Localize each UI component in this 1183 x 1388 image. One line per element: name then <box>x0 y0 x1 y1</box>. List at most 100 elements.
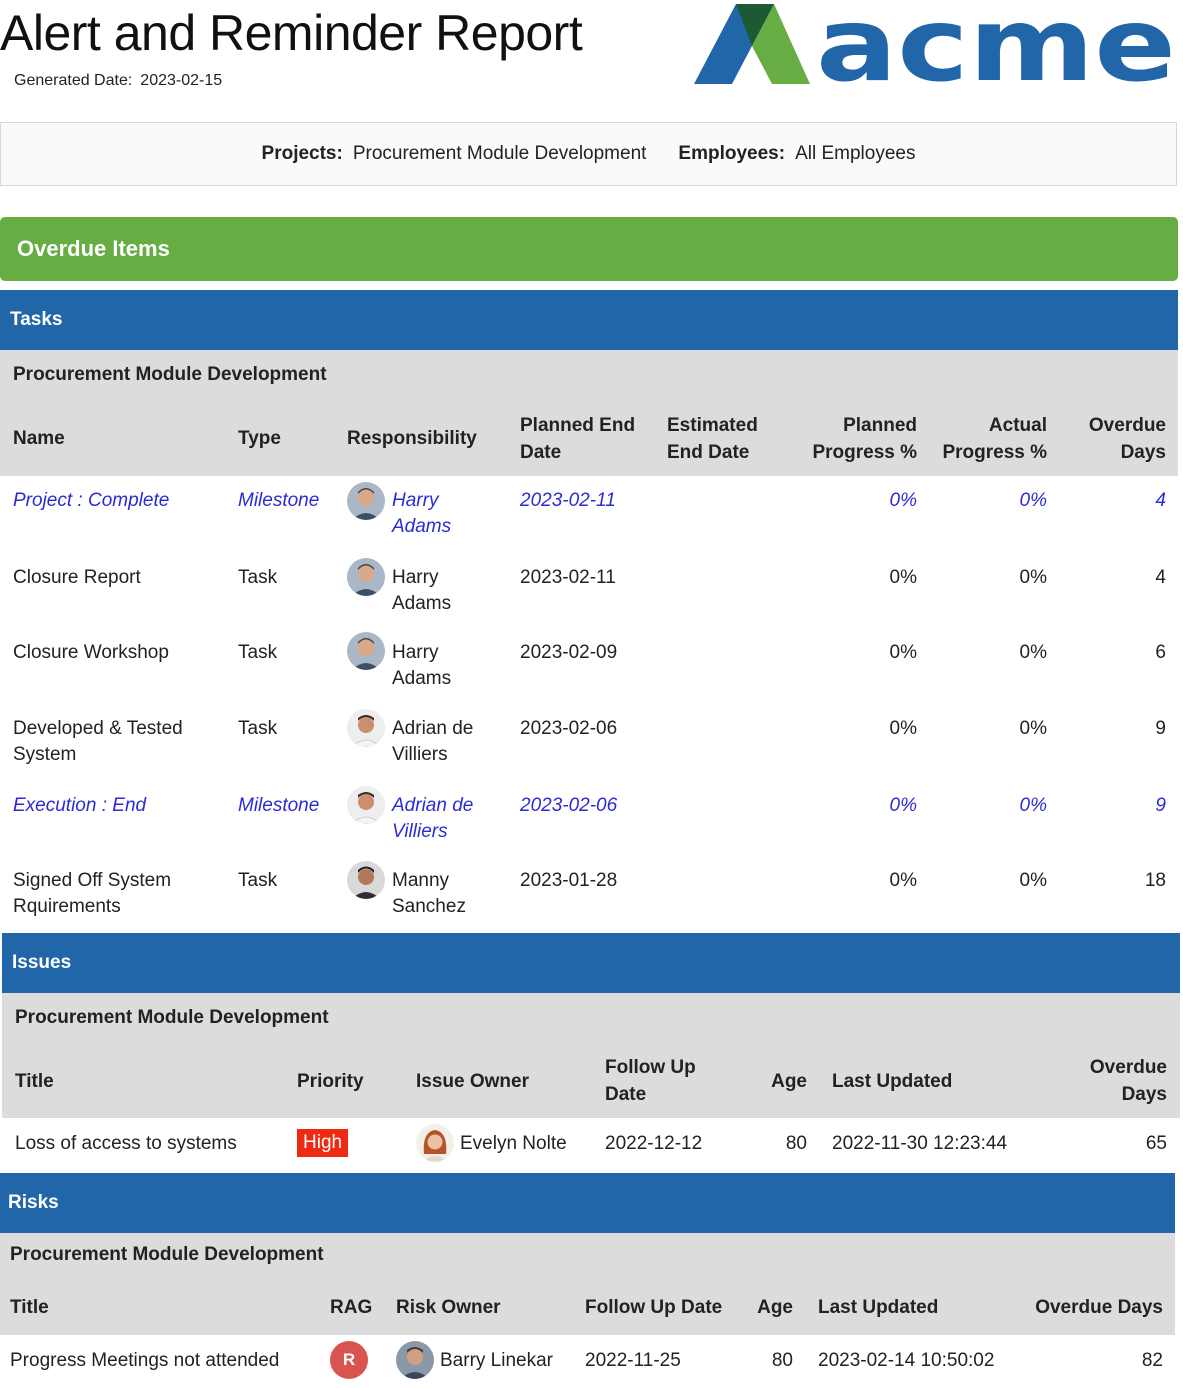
task-responsible: Harry Adams <box>392 567 452 614</box>
employees-label: Employees: <box>678 143 786 164</box>
task-overdue-days: 9 <box>1155 795 1166 816</box>
overdue-items-header: Overdue Items <box>0 217 1178 281</box>
manny-avatar <box>347 861 385 899</box>
task-planned-end: 2023-01-28 <box>520 870 618 891</box>
tasks-project-name: Procurement Module Development <box>13 364 327 385</box>
logo-text: acme <box>816 2 1176 86</box>
col-last-updated: Last Updated <box>832 1071 953 1092</box>
task-actual-progress: 0% <box>1019 490 1047 511</box>
task-responsible: Adrian de Villiers <box>392 795 474 842</box>
col-overdue-days: Overdue Days <box>1035 1297 1163 1318</box>
task-actual-progress: 0% <box>1019 718 1047 739</box>
task-responsible: Manny Sanchez <box>392 870 466 917</box>
task-overdue-days: 18 <box>1144 870 1166 891</box>
col-issue-title: Title <box>15 1071 54 1092</box>
priority-badge: High <box>297 1129 349 1157</box>
issue-owner: Evelyn Nolte <box>460 1133 567 1154</box>
issue-overdue-days: 65 <box>1145 1133 1167 1154</box>
task-type: Task <box>238 870 278 891</box>
task-actual-progress: 0% <box>1019 795 1047 816</box>
evelyn-avatar <box>416 1124 454 1162</box>
risk-owner: Barry Linekar <box>440 1350 553 1371</box>
task-responsible: Harry Adams <box>392 490 452 537</box>
task-planned-progress: 0% <box>889 642 917 663</box>
generated-date-value: 2023-02-15 <box>140 72 223 89</box>
task-name[interactable]: Closure Workshop <box>13 640 228 666</box>
barry-avatar <box>396 1341 434 1379</box>
col-risk-title: Title <box>10 1297 49 1318</box>
issue-age: 80 <box>785 1133 807 1154</box>
task-responsible: Harry Adams <box>392 642 452 689</box>
employees-value: All Employees <box>795 143 916 164</box>
task-planned-end: 2023-02-06 <box>520 795 618 816</box>
issues-section-header: Issues <box>2 933 1180 993</box>
task-overdue-days: 4 <box>1155 567 1166 588</box>
col-overdue-days: Overdue Days <box>1088 415 1166 463</box>
task-type: Task <box>238 567 278 588</box>
harry-avatar <box>347 632 385 670</box>
task-name[interactable]: Execution : End <box>13 793 228 819</box>
col-follow-up-date: Follow Up Date <box>605 1057 696 1105</box>
rag-indicator: R <box>330 1341 368 1379</box>
task-planned-progress: 0% <box>889 870 917 891</box>
col-name: Name <box>13 428 65 449</box>
risk-age: 80 <box>771 1350 793 1371</box>
task-type: Milestone <box>238 795 320 816</box>
task-actual-progress: 0% <box>1019 870 1047 891</box>
task-planned-end: 2023-02-11 <box>520 567 616 588</box>
col-issue-owner: Issue Owner <box>416 1071 529 1092</box>
col-actual-progress: Actual Progress % <box>942 415 1047 463</box>
task-type: Milestone <box>238 490 320 511</box>
col-risk-owner: Risk Owner <box>396 1297 501 1318</box>
projects-label: Projects: <box>261 143 343 164</box>
issue-follow-up-date: 2022-12-12 <box>605 1133 703 1154</box>
risks-section-header: Risks <box>0 1173 1175 1233</box>
task-name[interactable]: Signed Off System Rquirements <box>13 868 228 920</box>
risk-last-updated: 2023-02-14 10:50:02 <box>818 1350 995 1371</box>
acme-logo: acme <box>694 0 1179 105</box>
col-planned-end: Planned End Date <box>520 415 636 463</box>
col-rag: RAG <box>330 1297 373 1318</box>
issue-title[interactable]: Loss of access to systems <box>15 1131 237 1157</box>
harry-avatar <box>347 482 385 520</box>
generated-date: Generated Date: 2023-02-15 <box>14 72 222 90</box>
task-planned-end: 2023-02-09 <box>520 642 618 663</box>
adrian-avatar <box>347 709 385 747</box>
generated-date-label: Generated Date: <box>14 72 133 89</box>
task-type: Task <box>238 718 278 739</box>
task-planned-end: 2023-02-06 <box>520 718 618 739</box>
col-follow-up-date: Follow Up Date <box>585 1297 723 1318</box>
task-name[interactable]: Closure Report <box>13 565 228 591</box>
col-estimated-end: Estimated End Date <box>667 415 758 463</box>
col-responsibility: Responsibility <box>347 428 477 449</box>
col-priority: Priority <box>297 1071 364 1092</box>
risks-project-name: Procurement Module Development <box>10 1244 324 1265</box>
tasks-section-header: Tasks <box>0 290 1178 350</box>
filter-bar: Projects: Procurement Module Development… <box>0 122 1177 186</box>
task-overdue-days: 6 <box>1155 642 1166 663</box>
task-planned-progress: 0% <box>889 490 917 511</box>
risk-follow-up-date: 2022-11-25 <box>585 1350 681 1371</box>
task-planned-progress: 0% <box>889 567 917 588</box>
task-actual-progress: 0% <box>1019 567 1047 588</box>
task-name[interactable]: Project : Complete <box>13 488 228 514</box>
col-last-updated: Last Updated <box>818 1297 939 1318</box>
harry-avatar <box>347 558 385 596</box>
col-type: Type <box>238 428 281 449</box>
report-title: Alert and Reminder Report <box>0 5 583 61</box>
issue-last-updated: 2022-11-30 12:23:44 <box>832 1133 1008 1154</box>
task-overdue-days: 9 <box>1155 718 1166 739</box>
risk-title[interactable]: Progress Meetings not attended <box>10 1348 279 1374</box>
task-type: Task <box>238 642 278 663</box>
task-planned-end: 2023-02-11 <box>520 490 616 511</box>
adrian-avatar <box>347 786 385 824</box>
task-planned-progress: 0% <box>889 795 917 816</box>
col-planned-progress: Planned Progress % <box>812 415 917 463</box>
task-responsible: Adrian de Villiers <box>392 718 474 765</box>
col-age: Age <box>757 1297 793 1318</box>
task-planned-progress: 0% <box>889 718 917 739</box>
risk-overdue-days: 82 <box>1141 1350 1163 1371</box>
task-name[interactable]: Developed & Tested System <box>13 716 228 768</box>
task-overdue-days: 4 <box>1155 490 1166 511</box>
projects-value: Procurement Module Development <box>352 143 647 164</box>
